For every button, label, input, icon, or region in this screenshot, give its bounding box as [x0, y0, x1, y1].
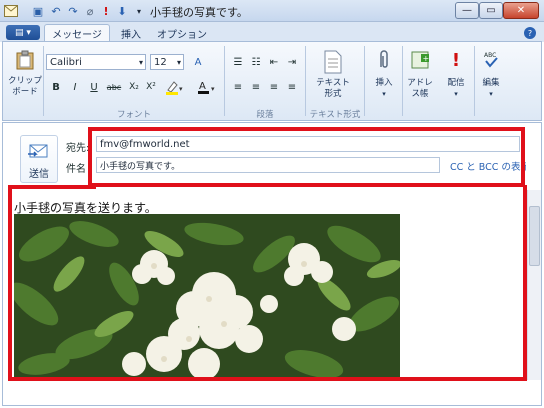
body-highlight-box: [8, 185, 527, 381]
subscript-button[interactable]: X₂: [126, 79, 142, 95]
vertical-scrollbar[interactable]: [527, 190, 541, 380]
highlight-icon[interactable]: ▾: [163, 79, 185, 95]
clipboard-icon[interactable]: [14, 49, 36, 71]
send-icon: [27, 141, 51, 161]
text-format-label-line1: テキスト: [316, 78, 350, 88]
separator: [43, 46, 44, 116]
strikethrough-button[interactable]: abc: [104, 79, 124, 95]
address-book-label-line2: ス帳: [411, 89, 429, 99]
to-label: 宛先:: [66, 143, 90, 154]
send-label: 送信: [29, 169, 49, 180]
align-right-icon[interactable]: ≡: [266, 79, 282, 95]
attach-icon[interactable]: ⌀: [83, 4, 97, 18]
clipboard-label-line1: クリップ: [7, 76, 42, 86]
text-format-icon[interactable]: [322, 49, 344, 75]
close-button[interactable]: ✕: [503, 2, 539, 19]
bold-button[interactable]: B: [48, 79, 64, 95]
italic-button[interactable]: I: [67, 79, 83, 95]
chevron-down-icon: ▾: [176, 57, 181, 67]
tab-options[interactable]: オプション: [154, 24, 210, 42]
font-name-combo[interactable]: Calibri ▾: [46, 54, 146, 70]
font-name-value: Calibri: [50, 56, 82, 68]
svg-text:▾: ▾: [211, 85, 215, 93]
chevron-down-icon: ▾: [489, 90, 493, 98]
svg-text:ABC: ABC: [484, 52, 496, 59]
header-highlight-box: [88, 127, 525, 187]
svg-text:▾: ▾: [179, 85, 183, 93]
undo-icon[interactable]: ↶: [49, 4, 63, 18]
text-format-label-line2: 形式: [324, 89, 342, 99]
minimize-button[interactable]: —: [455, 2, 479, 19]
redo-icon[interactable]: ↷: [66, 4, 80, 18]
address-book-label-line1: アドレ: [407, 78, 433, 88]
align-center-icon[interactable]: ≡: [248, 79, 264, 95]
separator: [402, 46, 403, 116]
subject-label: 件名: [66, 164, 86, 175]
save-icon[interactable]: ▣: [31, 4, 45, 18]
insert-label[interactable]: 挿入: [368, 78, 400, 89]
window-title: 小手毬の写真です。: [150, 6, 248, 19]
chevron-down-icon: ▾: [138, 57, 143, 67]
separator: [305, 46, 306, 116]
chevron-down-icon: ▾: [382, 90, 386, 98]
maximize-button[interactable]: ▭: [479, 2, 503, 19]
app-menu-button[interactable]: ▤ ▾: [6, 25, 40, 40]
paperclip-icon[interactable]: [374, 49, 394, 71]
separator: [364, 46, 365, 116]
priority-icon[interactable]: !: [446, 49, 466, 71]
app-icon: [4, 4, 18, 18]
help-icon[interactable]: ?: [524, 27, 536, 39]
deliver-label[interactable]: 配信: [440, 78, 472, 89]
address-book-icon[interactable]: +: [410, 49, 432, 71]
decrease-indent-icon[interactable]: ⇤: [266, 54, 282, 70]
paragraph-group-label: 段落: [256, 110, 274, 120]
spellcheck-icon[interactable]: ABC: [480, 49, 502, 71]
font-group-label: フォント: [116, 110, 151, 120]
tab-insert[interactable]: 挿入: [114, 24, 148, 42]
justify-icon[interactable]: ≡: [284, 79, 300, 95]
customize-quick-access-icon[interactable]: ▾: [132, 4, 146, 18]
clipboard-label-line2: ボード: [12, 87, 38, 97]
priority-high-icon[interactable]: !: [99, 4, 113, 18]
tab-message[interactable]: メッセージ: [44, 24, 110, 42]
bullet-list-icon[interactable]: ☷: [248, 54, 264, 70]
font-color-icon[interactable]: A ▾: [196, 79, 218, 95]
svg-text:+: +: [423, 54, 430, 63]
increase-indent-icon[interactable]: ⇥: [284, 54, 300, 70]
scrollbar-thumb[interactable]: [529, 206, 540, 266]
font-size-value: 12: [154, 56, 167, 68]
text-format-group-label: テキスト形式: [309, 110, 361, 120]
chevron-down-icon: ▾: [454, 90, 458, 98]
align-left-icon[interactable]: ≡: [230, 79, 246, 95]
font-size-combo[interactable]: 12 ▾: [150, 54, 184, 70]
underline-button[interactable]: U: [86, 79, 102, 95]
svg-text:A: A: [199, 81, 206, 92]
priority-low-icon[interactable]: ⬇: [115, 4, 129, 18]
grow-font-icon[interactable]: A: [190, 54, 206, 70]
numbered-list-icon[interactable]: ☰: [230, 54, 246, 70]
superscript-button[interactable]: X²: [143, 79, 159, 95]
editing-label[interactable]: 編集: [475, 78, 507, 89]
separator: [224, 46, 225, 116]
